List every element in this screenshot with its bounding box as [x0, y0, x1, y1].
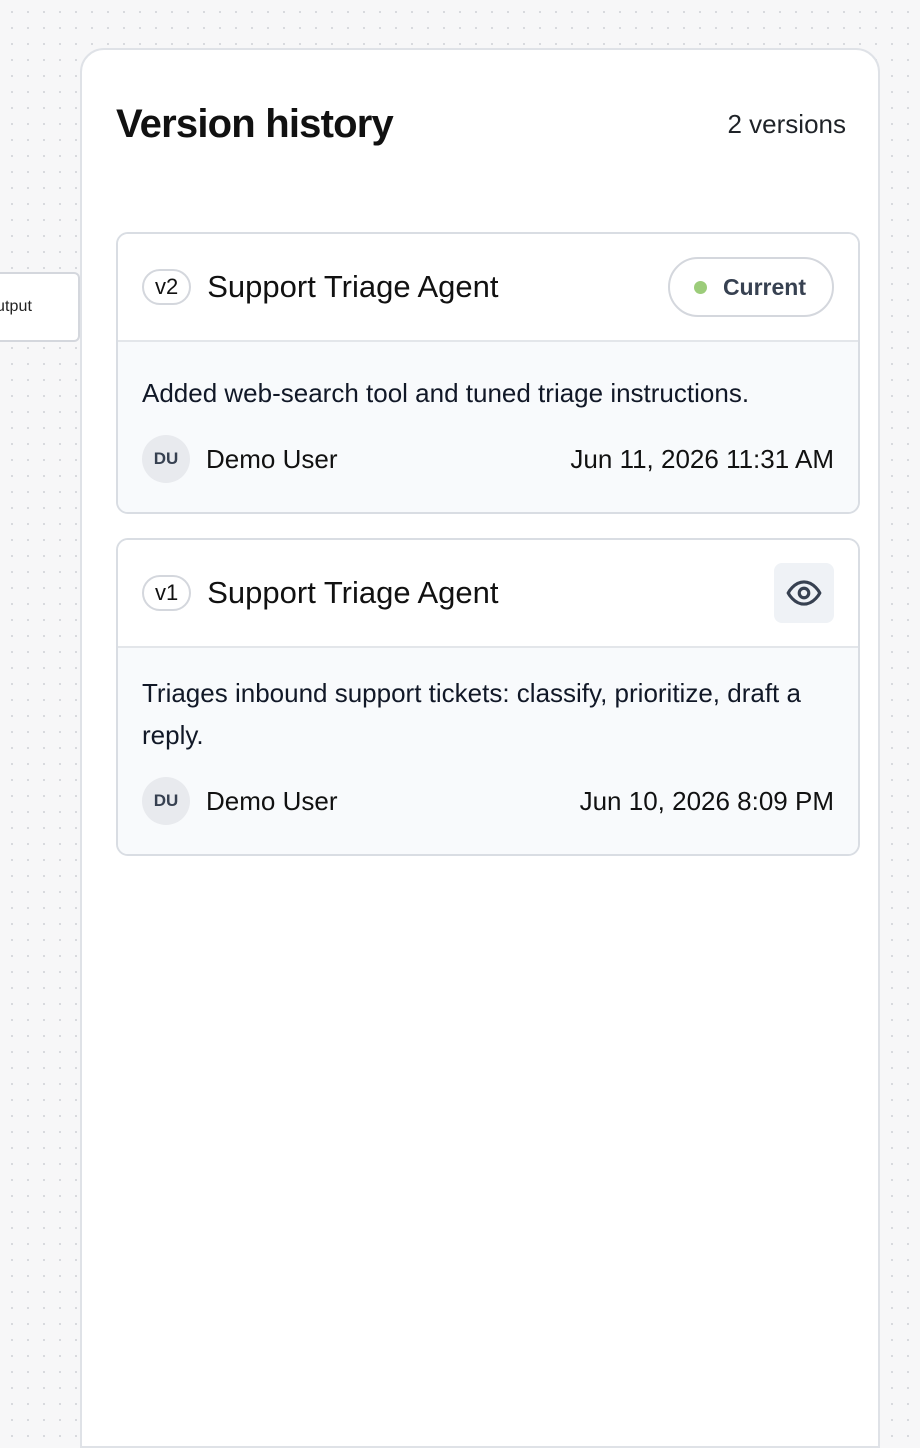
version-card-footer: DU Demo User Jun 10, 2026 8:09 PM — [142, 756, 834, 854]
version-timestamp: Jun 10, 2026 8:09 PM — [579, 785, 834, 816]
version-timestamp: Jun 11, 2026 11:31 AM — [570, 443, 834, 474]
panel-header: Version history 2 versions — [116, 102, 846, 147]
view-version-button[interactable] — [774, 563, 834, 623]
current-status-badge: Current — [667, 257, 834, 317]
status-dot-icon — [693, 280, 707, 294]
version-history-panel: Version history 2 versions v2 Support Tr… — [80, 48, 880, 1448]
version-description: Added web-search tool and tuned triage i… — [142, 378, 750, 408]
status-label: Current — [722, 273, 806, 300]
version-list: v2 Support Triage Agent Current Added we… — [116, 232, 860, 880]
version-tag: v2 — [142, 269, 192, 305]
agent-name: Support Triage Agent — [207, 269, 499, 304]
version-card-footer: DU Demo User Jun 11, 2026 11:31 AM — [142, 414, 834, 512]
version-card-body: Added web-search tool and tuned triage i… — [118, 342, 858, 512]
version-card-body: Triages inbound support tickets: classif… — [118, 648, 858, 854]
version-tag: v1 — [142, 575, 192, 611]
version-card-header: v1 Support Triage Agent — [118, 540, 858, 648]
author-name: Demo User — [206, 443, 338, 474]
canvas-node-label: utput — [0, 298, 33, 315]
canvas-output-node[interactable]: utput — [0, 272, 80, 342]
agent-name: Support Triage Agent — [207, 575, 499, 610]
version-card-v1[interactable]: v1 Support Triage Agent Triages inbound … — [116, 538, 860, 856]
avatar: DU — [142, 435, 190, 483]
version-count: 2 versions — [727, 109, 847, 139]
eye-icon — [786, 580, 822, 606]
author-name: Demo User — [206, 785, 338, 816]
avatar: DU — [142, 777, 190, 825]
version-card-header: v2 Support Triage Agent Current — [118, 234, 858, 342]
panel-title: Version history — [116, 102, 394, 146]
version-card-v2[interactable]: v2 Support Triage Agent Current Added we… — [116, 232, 860, 514]
version-description: Triages inbound support tickets: classif… — [142, 678, 801, 750]
